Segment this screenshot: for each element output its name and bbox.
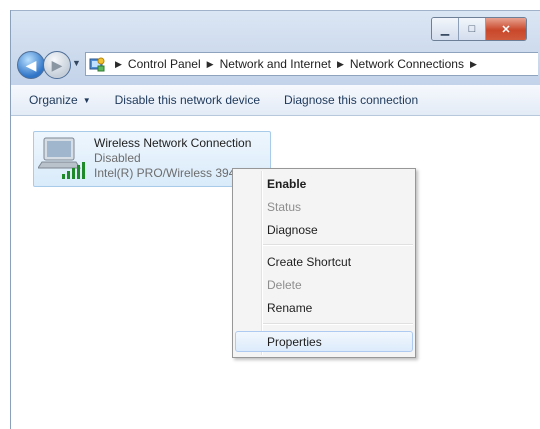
- command-bar: Organize ▼ Disable this network device D…: [11, 85, 540, 116]
- disable-device-button[interactable]: Disable this network device: [103, 93, 272, 107]
- diagnose-connection-label: Diagnose this connection: [284, 93, 419, 107]
- forward-arrow-icon: ▶: [51, 56, 63, 73]
- back-button[interactable]: ◀: [17, 51, 45, 79]
- menu-separator: [263, 323, 413, 325]
- minimize-icon: ▁: [440, 23, 450, 36]
- menu-item-enable[interactable]: Enable: [267, 177, 306, 191]
- navigation-row: ◀ ▶ ▼ ▶ Control Panel ▶ Network and Inte…: [15, 49, 538, 79]
- window-chrome: ▁ □ ✕ ◀ ▶ ▼ ▶ Control Panel ▶ Network an…: [11, 10, 540, 85]
- chevron-down-icon: ▼: [82, 95, 91, 105]
- maximize-icon: □: [468, 23, 476, 35]
- breadcrumb-control-panel[interactable]: Control Panel: [128, 57, 201, 71]
- recent-pages-dropdown[interactable]: ▼: [72, 58, 81, 68]
- diagnose-connection-button[interactable]: Diagnose this connection: [272, 93, 430, 107]
- menu-item-diagnose[interactable]: Diagnose: [267, 223, 318, 237]
- maximize-button[interactable]: □: [459, 18, 486, 40]
- back-arrow-icon: ◀: [25, 56, 37, 73]
- menu-gutter: [261, 171, 263, 355]
- window-controls: ▁ □ ✕: [431, 17, 527, 41]
- menu-item-properties[interactable]: Properties: [267, 335, 322, 349]
- connection-name: Wireless Network Connection: [94, 136, 252, 150]
- breadcrumb-network-and-internet[interactable]: Network and Internet: [220, 57, 331, 71]
- organize-button[interactable]: Organize ▼: [11, 93, 103, 107]
- context-menu: Enable Status Diagnose Create Shortcut D…: [232, 168, 416, 358]
- connection-status: Disabled: [94, 151, 141, 165]
- disable-device-label: Disable this network device: [114, 93, 261, 107]
- minimize-button[interactable]: ▁: [432, 18, 459, 40]
- wireless-adapter-icon: [38, 137, 85, 179]
- breadcrumb-separator-icon[interactable]: ▶: [337, 59, 344, 70]
- breadcrumb-separator-icon[interactable]: ▶: [470, 59, 477, 70]
- menu-item-create-shortcut[interactable]: Create Shortcut: [267, 255, 351, 269]
- menu-highlight: [235, 331, 413, 352]
- forward-button[interactable]: ▶: [43, 51, 71, 79]
- control-panel-icon: [89, 57, 105, 72]
- organize-label: Organize: [29, 93, 78, 107]
- menu-item-status: Status: [267, 200, 302, 214]
- menu-item-delete: Delete: [267, 278, 302, 292]
- address-bar[interactable]: ▶ Control Panel ▶ Network and Internet ▶…: [85, 52, 538, 76]
- close-icon: ✕: [501, 23, 511, 36]
- breadcrumb-separator-icon[interactable]: ▶: [115, 59, 122, 70]
- menu-item-rename[interactable]: Rename: [267, 301, 312, 315]
- breadcrumb-separator-icon[interactable]: ▶: [207, 59, 214, 70]
- close-button[interactable]: ✕: [486, 18, 526, 40]
- menu-separator: [263, 244, 413, 246]
- breadcrumb-network-connections[interactable]: Network Connections: [350, 57, 464, 71]
